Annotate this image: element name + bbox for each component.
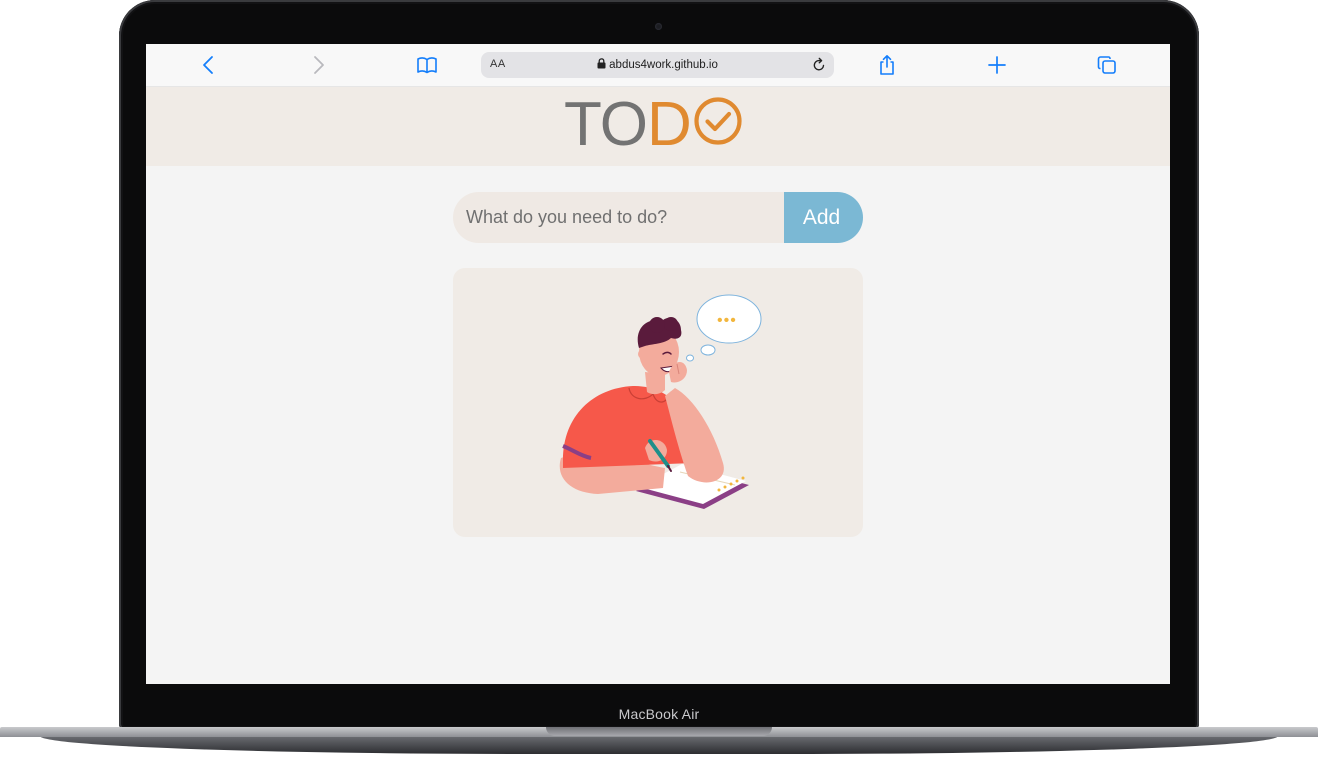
thought-bubble-text: ••• xyxy=(717,312,737,329)
address-bar[interactable]: AA abdus4work.github.io xyxy=(481,52,834,78)
back-icon[interactable] xyxy=(197,53,221,77)
url-display[interactable]: abdus4work.github.io xyxy=(481,58,834,72)
url-text: abdus4work.github.io xyxy=(609,59,718,71)
new-tab-icon[interactable] xyxy=(985,53,1009,77)
device-label: MacBook Air xyxy=(618,706,700,722)
thinking-person-illustration: ••• xyxy=(553,288,763,523)
browser-toolbar: AA abdus4work.github.io xyxy=(146,44,1170,87)
empty-state-card: ••• xyxy=(453,268,863,537)
app-logo: TO D xyxy=(564,90,743,159)
bookmarks-icon[interactable] xyxy=(415,53,439,77)
todo-input[interactable] xyxy=(453,192,785,243)
laptop-base xyxy=(0,727,1318,757)
reload-icon[interactable] xyxy=(810,56,828,79)
logo-text-to: TO xyxy=(564,90,648,159)
tabs-icon[interactable] xyxy=(1095,53,1119,77)
lid-notch xyxy=(546,727,772,736)
screen: AA abdus4work.github.io TOD Add xyxy=(146,44,1170,684)
share-icon[interactable] xyxy=(875,53,899,77)
forward-icon[interactable] xyxy=(306,53,330,77)
lock-icon xyxy=(597,58,606,72)
add-button[interactable]: Add xyxy=(784,192,863,243)
check-circle-icon xyxy=(693,96,743,154)
camera-dot xyxy=(655,23,662,30)
logo-text-d: D xyxy=(646,90,692,159)
